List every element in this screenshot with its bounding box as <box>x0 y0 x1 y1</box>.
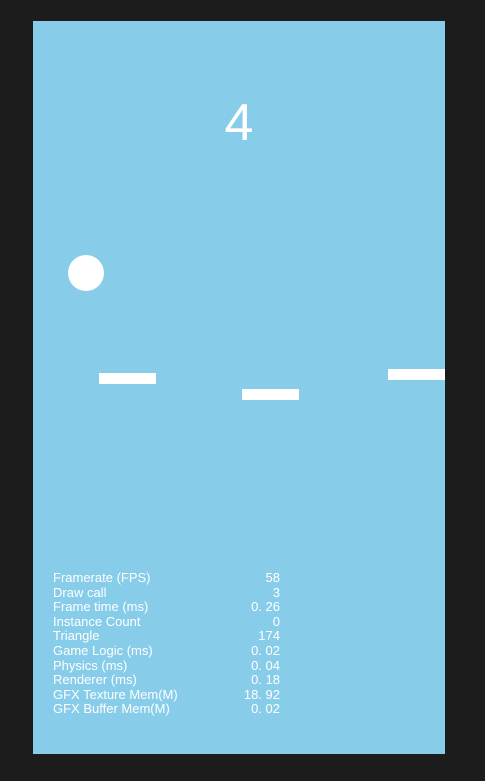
stat-value: 3 <box>272 584 280 600</box>
stat-value: 58 <box>265 570 280 585</box>
stat-label: Frame time (ms) <box>53 599 149 615</box>
stat-value: 0 <box>272 613 280 629</box>
debug-stats-panel: Framerate (FPS) 58 Draw call 3 Frame tim… <box>53 570 283 717</box>
game-viewport[interactable]: 4 Framerate (FPS) 58 Draw call 3 Frame t… <box>33 21 445 754</box>
stat-label: Instance Count <box>53 613 141 629</box>
stat-row-physics: Physics (ms) 0. 04 <box>53 657 283 674</box>
platform <box>388 369 445 380</box>
stat-row-game-logic: Game Logic (ms) 0. 02 <box>53 642 283 659</box>
stat-row-gfx-texture-mem: GFX Texture Mem(M) 18. 92 <box>53 686 283 703</box>
platform <box>99 373 156 384</box>
score-display: 4 <box>224 94 254 152</box>
platform <box>242 389 299 400</box>
stat-value: 0. 26 <box>251 599 280 615</box>
stat-row-framerate: Framerate (FPS) 58 <box>53 570 283 586</box>
stat-label: Renderer (ms) <box>53 672 137 688</box>
stat-label: Triangle <box>53 628 100 644</box>
stat-row-triangle: Triangle 174 <box>53 629 283 644</box>
stat-label: Framerate (FPS) <box>53 570 151 585</box>
stat-row-instance-count: Instance Count 0 <box>53 613 283 630</box>
stat-row-renderer: Renderer (ms) 0. 18 <box>53 673 283 688</box>
stat-label: GFX Buffer Mem(M) <box>53 701 170 717</box>
ball <box>68 255 104 291</box>
stat-row-gfx-buffer-mem: GFX Buffer Mem(M) 0. 02 <box>53 702 283 717</box>
stat-value: 174 <box>258 628 280 644</box>
stat-label: Game Logic (ms) <box>53 642 153 658</box>
stat-value: 0. 02 <box>251 642 280 658</box>
stat-value: 0. 18 <box>251 672 280 688</box>
stat-value: 0. 04 <box>251 657 280 673</box>
stat-label: GFX Texture Mem(M) <box>53 686 178 702</box>
stat-value: 0. 02 <box>251 701 280 717</box>
stat-label: Draw call <box>53 584 107 600</box>
stat-value: 18. 92 <box>243 686 280 702</box>
stat-row-draw-call: Draw call 3 <box>53 584 283 601</box>
stat-label: Physics (ms) <box>53 657 128 673</box>
stat-row-frame-time: Frame time (ms) 0. 26 <box>53 600 283 615</box>
